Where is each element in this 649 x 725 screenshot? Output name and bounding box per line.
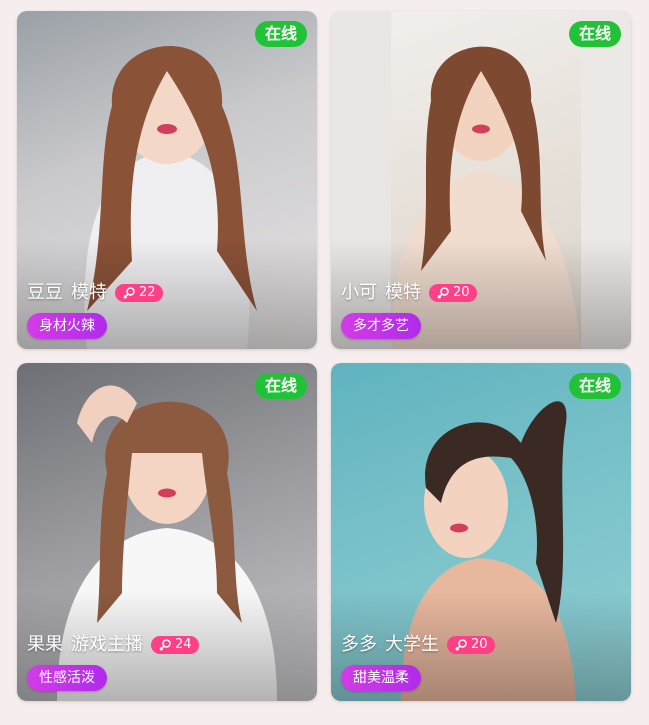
age-badge: 22 xyxy=(115,284,163,302)
profile-name: 豆豆 xyxy=(27,282,63,303)
profile-card[interactable]: 在线 果果 游戏主播 24 性感活泼 xyxy=(17,363,317,701)
female-icon xyxy=(437,287,449,299)
age-badge: 20 xyxy=(447,636,495,654)
female-icon xyxy=(159,639,171,651)
profile-name: 果果 xyxy=(27,634,63,655)
profile-role: 游戏主播 xyxy=(71,634,143,655)
profile-tag: 甜美温柔 xyxy=(341,665,421,691)
profile-name: 小可 xyxy=(341,282,377,303)
name-line: 豆豆 模特 22 xyxy=(27,281,163,305)
age-badge: 20 xyxy=(429,284,477,302)
age-value: 20 xyxy=(453,285,470,300)
profile-card[interactable]: 在线 豆豆 模特 22 身材火辣 xyxy=(17,11,317,349)
online-status-badge: 在线 xyxy=(568,21,621,47)
profile-grid: 在线 豆豆 模特 22 身材火辣 在线 小可 模特 20 多才多艺 在线 果果 … xyxy=(0,0,649,725)
profile-role: 模特 xyxy=(71,282,107,303)
profile-tag: 多才多艺 xyxy=(341,313,421,339)
female-icon xyxy=(455,639,467,651)
profile-name: 多多 xyxy=(341,634,377,655)
age-badge: 24 xyxy=(151,636,199,654)
name-line: 小可 模特 20 xyxy=(341,281,477,305)
profile-card[interactable]: 在线 小可 模特 20 多才多艺 xyxy=(331,11,631,349)
online-status-badge: 在线 xyxy=(254,373,307,399)
female-icon xyxy=(123,287,135,299)
age-value: 22 xyxy=(139,285,156,300)
name-line: 多多 大学生 20 xyxy=(341,633,495,657)
profile-role: 大学生 xyxy=(385,634,439,655)
age-value: 24 xyxy=(175,637,192,652)
online-status-badge: 在线 xyxy=(568,373,621,399)
age-value: 20 xyxy=(471,637,488,652)
profile-tag: 性感活泼 xyxy=(27,665,107,691)
profile-role: 模特 xyxy=(385,282,421,303)
profile-tag: 身材火辣 xyxy=(27,313,107,339)
online-status-badge: 在线 xyxy=(254,21,307,47)
profile-card[interactable]: 在线 多多 大学生 20 甜美温柔 xyxy=(331,363,631,701)
name-line: 果果 游戏主播 24 xyxy=(27,633,199,657)
